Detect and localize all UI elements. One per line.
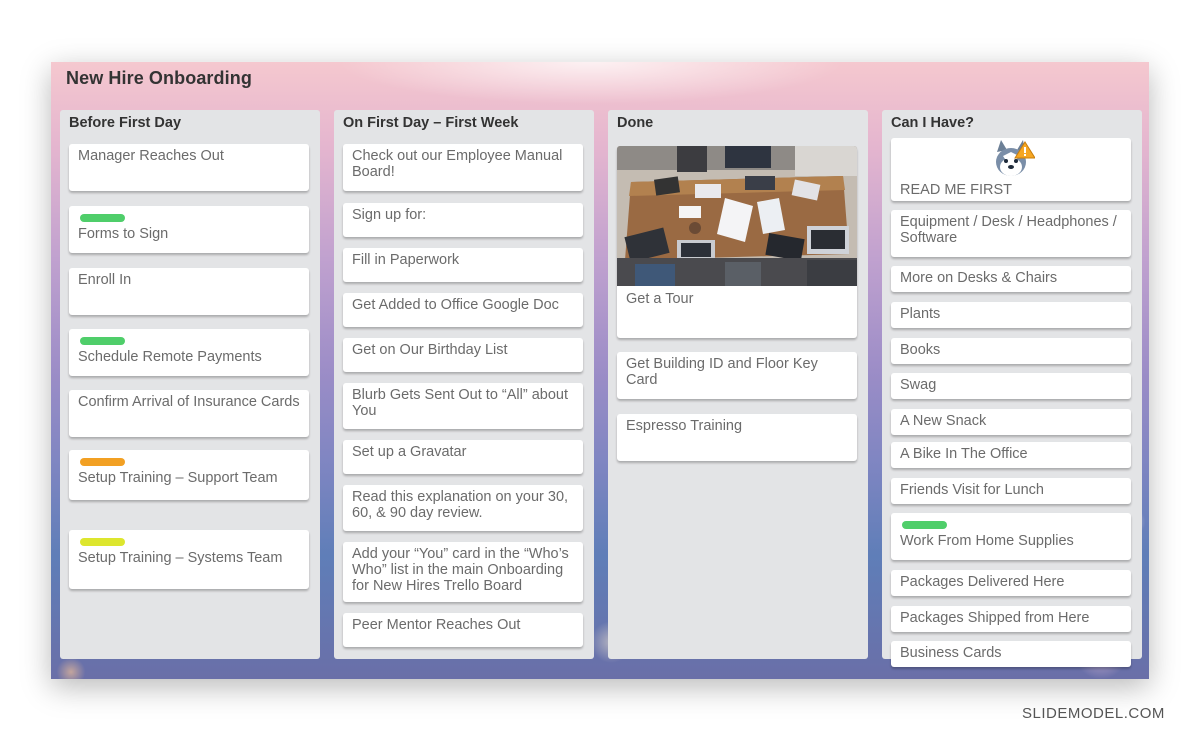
card[interactable]: Packages Shipped from Here <box>891 606 1131 632</box>
list-title[interactable]: Done <box>617 115 653 131</box>
card-title: Forms to Sign <box>78 226 169 242</box>
card[interactable]: Friends Visit for Lunch <box>891 478 1131 504</box>
card-title: Work From Home Supplies <box>900 533 1074 549</box>
card-title: Business Cards <box>900 645 1002 661</box>
card-title: Set up a Gravatar <box>352 444 467 460</box>
card-title: Sign up for: <box>352 207 427 223</box>
card-title: Packages Delivered Here <box>900 574 1065 590</box>
card-label-orange <box>80 458 125 466</box>
card[interactable]: Get a Tour <box>617 146 857 338</box>
card-title: Confirm Arrival of Insurance Cards <box>78 394 300 410</box>
card-title: Books <box>900 342 941 358</box>
card[interactable]: Manager Reaches Out <box>69 144 309 191</box>
card[interactable]: Espresso Training <box>617 414 857 461</box>
card-title: Get Added to Office Google Doc <box>352 297 559 313</box>
card[interactable]: Swag <box>891 373 1131 399</box>
card-title: Get a Tour <box>626 291 694 307</box>
card[interactable]: Schedule Remote Payments <box>69 329 309 376</box>
card[interactable]: Blurb Gets Sent Out to “All” about You <box>343 383 583 429</box>
card[interactable]: More on Desks & Chairs <box>891 266 1131 292</box>
card-title: Setup Training – Systems Team <box>78 550 283 566</box>
card[interactable]: Get Building ID and Floor Key Card <box>617 352 857 399</box>
card-label-green <box>80 214 125 222</box>
card-title: Read this explanation on your 30, 60, & … <box>352 489 569 521</box>
card[interactable]: Forms to Sign <box>69 206 309 253</box>
card[interactable]: Equipment / Desk / Headphones / Software <box>891 210 1131 257</box>
card-title: Friends Visit for Lunch <box>900 482 1044 498</box>
card[interactable]: Add your “You” card in the “Who’s Who” l… <box>343 542 583 602</box>
card[interactable]: Packages Delivered Here <box>891 570 1131 596</box>
card-title: Equipment / Desk / Headphones / Software <box>900 214 1117 246</box>
card-title: More on Desks & Chairs <box>900 270 1058 286</box>
list-done: Done Get a Tour Get Building ID and Floo… <box>608 110 868 659</box>
card[interactable]: READ ME FIRST <box>891 138 1131 201</box>
card[interactable]: Fill in Paperwork <box>343 248 583 282</box>
card-title: Check out our Employee Manual Board! <box>352 148 563 180</box>
card[interactable]: Enroll In <box>69 268 309 315</box>
card-title: Blurb Gets Sent Out to “All” about You <box>352 387 568 419</box>
card-title: Packages Shipped from Here <box>900 610 1090 626</box>
card[interactable]: A Bike In The Office <box>891 442 1131 468</box>
card-label-green <box>80 337 125 345</box>
card[interactable]: Work From Home Supplies <box>891 513 1131 560</box>
card[interactable]: Get Added to Office Google Doc <box>343 293 583 327</box>
card[interactable]: Set up a Gravatar <box>343 440 583 474</box>
list-on-first-day-first-week: On First Day – First Week Check out our … <box>334 110 594 659</box>
card-title: Schedule Remote Payments <box>78 349 262 365</box>
card-title: Get Building ID and Floor Key Card <box>626 356 818 388</box>
trello-board: New Hire Onboarding Before First Day Man… <box>51 62 1149 679</box>
card-title: Fill in Paperwork <box>352 252 460 268</box>
card-label-yellow <box>80 538 125 546</box>
office-meeting-photo <box>617 146 857 286</box>
card-title: Swag <box>900 377 937 393</box>
card[interactable]: Read this explanation on your 30, 60, & … <box>343 485 583 531</box>
card[interactable]: Check out our Employee Manual Board! <box>343 144 583 191</box>
list-title[interactable]: On First Day – First Week <box>343 115 518 131</box>
photo-image <box>617 146 857 286</box>
list-title[interactable]: Can I Have? <box>891 115 974 131</box>
card[interactable]: Plants <box>891 302 1131 328</box>
board-title[interactable]: New Hire Onboarding <box>66 68 252 89</box>
card[interactable]: Confirm Arrival of Insurance Cards <box>69 390 309 437</box>
card[interactable]: Get on Our Birthday List <box>343 338 583 372</box>
card-title: Add your “You” card in the “Who’s Who” l… <box>352 546 569 594</box>
husky-alert-sticker <box>996 140 1035 176</box>
card[interactable]: Sign up for: <box>343 203 583 237</box>
card-title: Setup Training – Support Team <box>78 470 278 486</box>
card[interactable]: Business Cards <box>891 641 1131 667</box>
watermark: SLIDEMODEL.COM <box>1022 705 1165 722</box>
list-before-first-day: Before First Day Manager Reaches Out For… <box>60 110 320 659</box>
card[interactable]: A New Snack <box>891 409 1131 435</box>
card-title: Manager Reaches Out <box>78 148 224 164</box>
card-title: A Bike In The Office <box>900 446 1028 462</box>
list-title[interactable]: Before First Day <box>69 115 181 131</box>
list-can-i-have: Can I Have? READ ME FIRST Equipment / De… <box>882 110 1142 667</box>
card[interactable]: Books <box>891 338 1131 364</box>
card[interactable]: Setup Training – Support Team <box>69 450 309 500</box>
card-label-green <box>902 521 947 529</box>
card-title: Peer Mentor Reaches Out <box>352 617 521 633</box>
card-title: Plants <box>900 306 941 322</box>
card[interactable]: Setup Training – Systems Team <box>69 530 309 589</box>
card-title: READ ME FIRST <box>900 182 1012 198</box>
card-title: A New Snack <box>900 413 987 429</box>
card-title: Enroll In <box>78 272 132 288</box>
card-title: Espresso Training <box>626 418 743 434</box>
card-title: Get on Our Birthday List <box>352 342 508 358</box>
card[interactable]: Peer Mentor Reaches Out <box>343 613 583 647</box>
